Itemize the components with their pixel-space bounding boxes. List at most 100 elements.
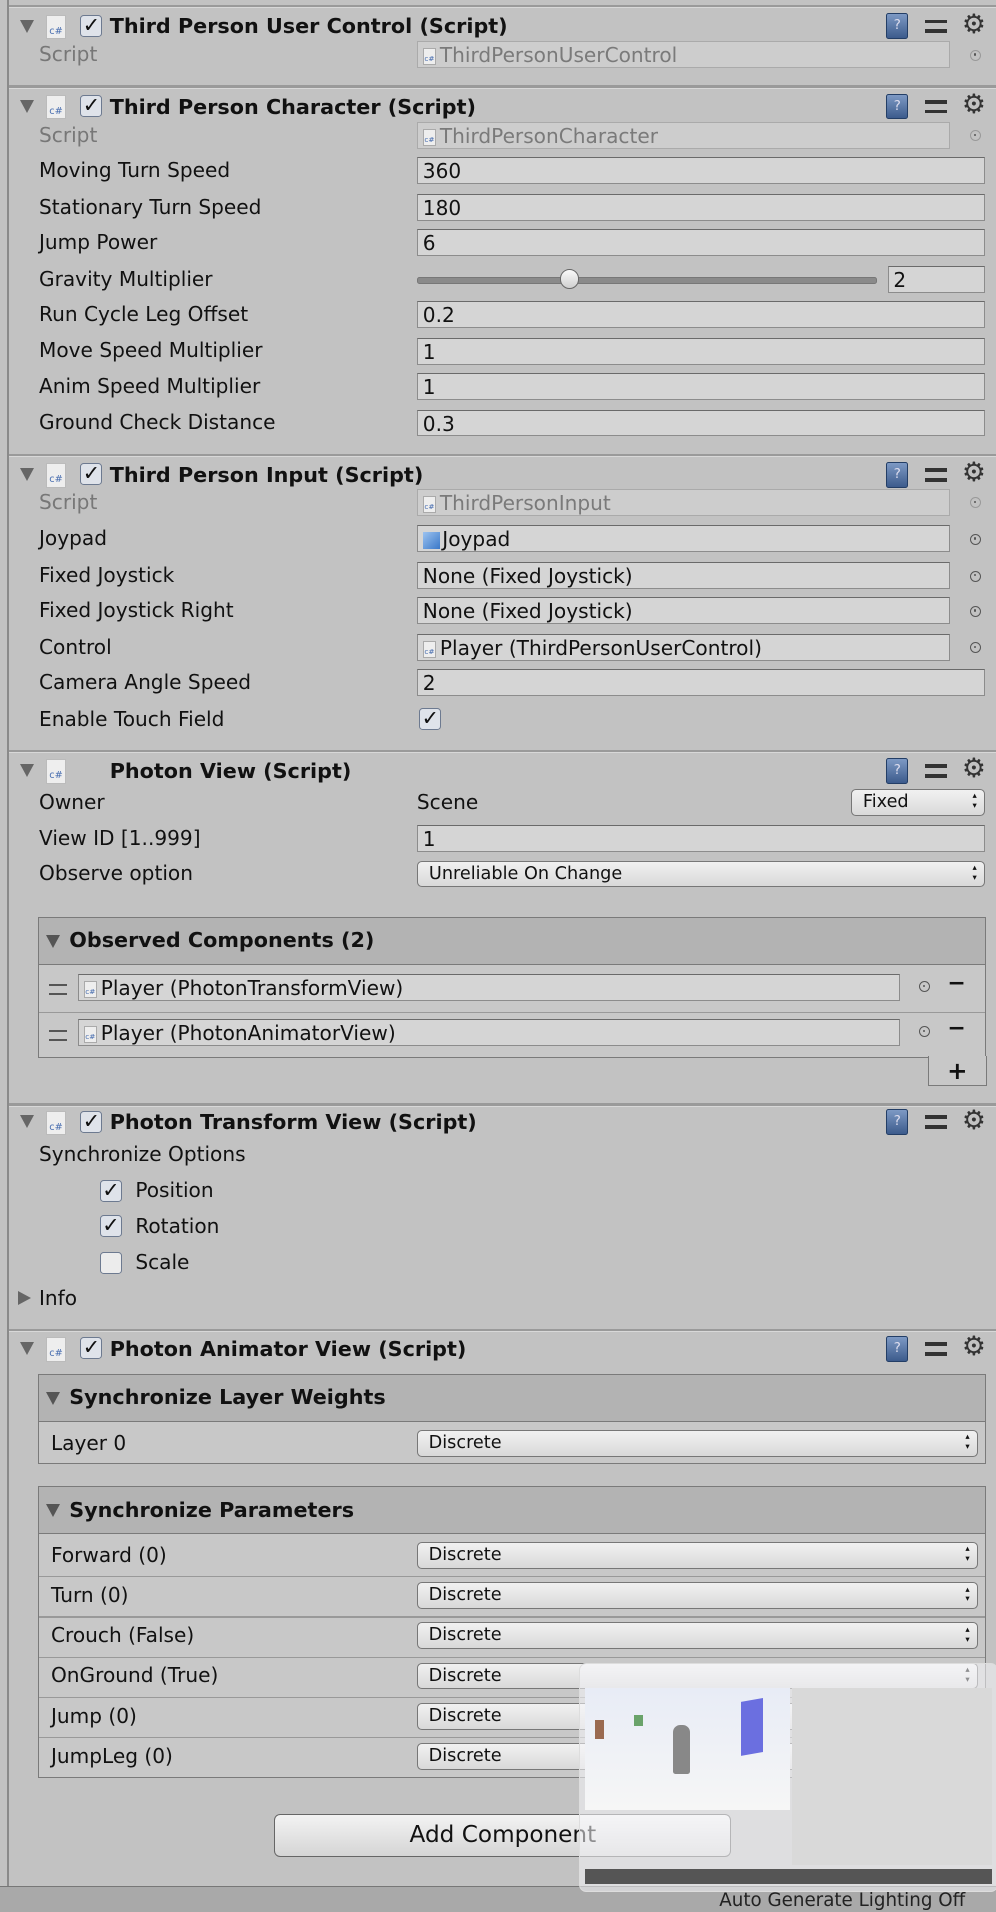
gear-icon[interactable]: ⚙ [962, 457, 986, 488]
param-dropdown[interactable]: Discrete [416, 1622, 978, 1650]
component-header-third-person-character[interactable]: c# ✓ Third Person Character (Script) ? ⚙ [0, 89, 996, 124]
preset-sliders-icon[interactable] [925, 1113, 948, 1133]
foldout-triangle-icon[interactable] [19, 99, 34, 113]
preset-sliders-icon[interactable] [925, 98, 948, 118]
gear-icon[interactable]: ⚙ [962, 1105, 986, 1136]
script-value: ThirdPersonCharacter [439, 123, 659, 148]
enabled-checkbox[interactable]: ✓ [80, 95, 103, 118]
script-field[interactable]: c# ThirdPersonCharacter [416, 121, 950, 149]
stationary-turn-speed-input[interactable]: 180 [416, 193, 986, 221]
enabled-checkbox[interactable]: ✓ [80, 1110, 103, 1133]
jump-power-input[interactable]: 6 [416, 229, 986, 256]
gravity-multiplier-slider-thumb[interactable] [559, 269, 580, 289]
control-field[interactable]: c# Player (ThirdPersonUserControl) [416, 633, 950, 661]
enabled-checkbox[interactable]: ✓ [80, 463, 103, 486]
object-picker-icon[interactable] [970, 642, 982, 654]
object-picker-icon[interactable] [919, 1026, 931, 1038]
help-book-icon[interactable]: ? [886, 13, 909, 39]
param-dropdown[interactable]: Discrete [416, 1582, 978, 1609]
preset-sliders-icon[interactable] [925, 17, 948, 37]
add-item-button[interactable]: + [927, 1055, 988, 1086]
fixed-joystick-field[interactable]: None (Fixed Joystick) [416, 562, 950, 589]
script-field[interactable]: c# ThirdPersonUserControl [416, 41, 950, 69]
observed-component-value: Player (PhotonTransformView) [100, 975, 404, 1000]
jump-power-label: Jump Power [39, 229, 158, 254]
fixed-joystick-right-field[interactable]: None (Fixed Joystick) [416, 597, 950, 625]
remove-item-button[interactable]: − [947, 971, 965, 996]
moving-turn-speed-input[interactable]: 360 [416, 157, 986, 185]
object-picker-icon[interactable] [970, 49, 982, 61]
param-label: Crouch (False) [50, 1623, 195, 1648]
gear-icon[interactable]: ⚙ [962, 753, 986, 784]
script-field[interactable]: c# ThirdPersonInput [416, 488, 950, 516]
help-book-icon[interactable]: ? [886, 93, 909, 120]
enable-touch-field-checkbox[interactable]: ✓ [419, 708, 442, 731]
observe-option-dropdown[interactable]: Unreliable On Change [416, 860, 986, 888]
help-book-icon[interactable]: ? [886, 1109, 909, 1135]
enabled-checkbox[interactable]: ✓ [80, 1337, 103, 1360]
component-header-photon-view[interactable]: c# Photon View (Script) ? ⚙ [0, 753, 996, 789]
script-label: Script [39, 42, 98, 67]
object-picker-icon[interactable] [970, 605, 982, 617]
csharp-script-icon: c# [46, 1337, 66, 1362]
observed-components-header[interactable]: Observed Components (2) [38, 917, 986, 966]
rotation-checkbox[interactable]: ✓ [99, 1215, 122, 1238]
foldout-triangle-icon[interactable] [19, 19, 34, 33]
csharp-script-icon: c# [422, 640, 437, 658]
foldout-triangle-icon[interactable] [19, 764, 34, 777]
info-foldout-triangle-icon[interactable] [18, 1291, 31, 1306]
parameters-header[interactable]: Synchronize Parameters [38, 1487, 986, 1535]
preset-sliders-icon[interactable] [925, 466, 948, 486]
gravity-multiplier-slider-track[interactable] [416, 276, 878, 284]
help-book-icon[interactable]: ? [886, 758, 909, 784]
layer-weights-header[interactable]: Synchronize Layer Weights [38, 1374, 986, 1423]
drag-handle-icon[interactable] [48, 983, 67, 995]
gear-icon[interactable]: ⚙ [962, 9, 986, 40]
help-book-icon[interactable]: ? [886, 462, 909, 488]
info-foldout[interactable]: Info [39, 1284, 77, 1313]
scale-label: Scale [135, 1250, 190, 1275]
drag-handle-icon[interactable] [48, 1029, 67, 1042]
component-header-third-person-input[interactable]: c# ✓ Third Person Input (Script) ? ⚙ [0, 457, 996, 492]
joypad-label: Joypad [39, 526, 107, 551]
foldout-triangle-icon[interactable] [46, 934, 61, 948]
gravity-multiplier-input[interactable]: 2 [887, 265, 986, 293]
foldout-triangle-icon[interactable] [19, 468, 34, 481]
scale-checkbox[interactable] [99, 1252, 122, 1274]
gear-icon[interactable]: ⚙ [962, 1331, 986, 1362]
enable-touch-field-label: Enable Touch Field [39, 706, 225, 731]
gear-icon[interactable]: ⚙ [962, 89, 986, 120]
view-id-input[interactable]: 1 [416, 825, 986, 853]
component-header-photon-animator-view[interactable]: c# ✓ Photon Animator View (Script) ? ⚙ [0, 1331, 996, 1366]
object-picker-icon[interactable] [970, 130, 982, 142]
position-checkbox[interactable]: ✓ [99, 1180, 122, 1203]
observed-component-field[interactable]: c# Player (PhotonAnimatorView) [77, 1018, 900, 1046]
script-label: Script [39, 122, 98, 147]
layer-0-dropdown[interactable]: Discrete [416, 1429, 978, 1457]
param-dropdown[interactable]: Discrete [416, 1541, 978, 1569]
foldout-triangle-icon[interactable] [46, 1391, 61, 1405]
help-book-icon[interactable]: ? [886, 1336, 909, 1362]
foldout-triangle-icon[interactable] [46, 1504, 61, 1517]
preset-sliders-icon[interactable] [925, 1340, 948, 1360]
screenshot-thumbnail-overlay[interactable] [579, 1662, 996, 1892]
joypad-field[interactable]: Joypad [416, 525, 950, 553]
object-picker-icon[interactable] [970, 533, 982, 545]
object-picker-icon[interactable] [970, 570, 982, 582]
ground-check-distance-input[interactable]: 0.3 [416, 409, 986, 437]
camera-angle-speed-input[interactable]: 2 [416, 669, 986, 697]
foldout-triangle-icon[interactable] [19, 1342, 34, 1355]
observed-component-field[interactable]: c# Player (PhotonTransformView) [77, 973, 900, 1001]
object-picker-icon[interactable] [919, 981, 931, 993]
component-header-third-person-user-control[interactable]: c# ✓ Third Person User Control (Script) … [0, 9, 996, 44]
remove-item-button[interactable]: − [947, 1016, 965, 1041]
owner-mode-dropdown[interactable]: Fixed [850, 788, 986, 816]
component-header-photon-transform-view[interactable]: c# ✓ Photon Transform View (Script) ? ⚙ [0, 1105, 996, 1140]
enabled-checkbox[interactable]: ✓ [80, 14, 103, 37]
move-speed-multiplier-input[interactable]: 1 [416, 337, 986, 365]
anim-speed-multiplier-input[interactable]: 1 [416, 373, 986, 400]
run-cycle-leg-offset-input[interactable]: 0.2 [416, 301, 986, 328]
object-picker-icon[interactable] [970, 497, 982, 509]
foldout-triangle-icon[interactable] [19, 1115, 34, 1129]
preset-sliders-icon[interactable] [925, 762, 948, 782]
